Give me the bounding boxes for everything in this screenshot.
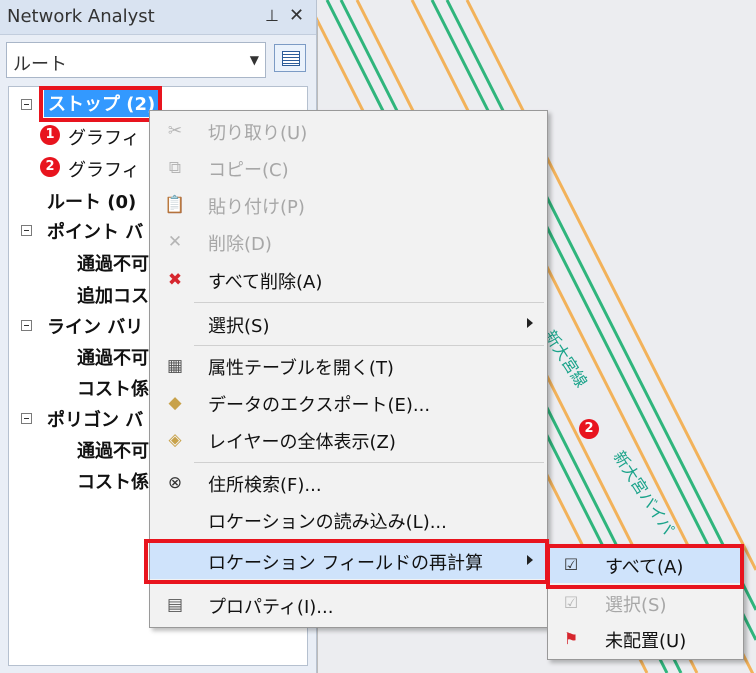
tree-item-graphic-2[interactable]: グラフィ [68, 156, 140, 182]
recalc-all-icon: ☑ [563, 555, 579, 574]
close-icon[interactable]: ✕ [289, 5, 304, 26]
stop-1-badge: 1 [40, 125, 60, 145]
copy-icon: ⧉ [168, 158, 182, 178]
dropdown-selected-value: ルート [13, 54, 67, 75]
window-titlebar: Network Analyst ⊥ ✕ [0, 0, 316, 35]
tree-item-line-barriers[interactable]: ライン バリ [47, 313, 143, 339]
zoom-to-layer-icon: ◈ [168, 430, 182, 450]
recalc-selected-icon: ☑ [563, 593, 579, 612]
collapse-icon[interactable] [21, 99, 32, 110]
tree-item-point-added-cost[interactable]: 追加コス [77, 282, 149, 308]
window-title: Network Analyst [7, 6, 155, 27]
menu-separator [194, 345, 544, 346]
analysis-layer-dropdown[interactable]: ルート ▼ [6, 42, 266, 78]
submenu-arrow-icon [527, 555, 533, 565]
table-icon: ▦ [166, 356, 184, 376]
tree-item-stops[interactable]: ストップ (2) [44, 89, 160, 117]
tree-item-point-barriers[interactable]: ポイント バ [47, 218, 143, 244]
submenu-item-all[interactable]: ☑ すべて(A) [548, 547, 743, 583]
pin-icon[interactable]: ⊥ [265, 6, 279, 25]
menu-item-load-locations[interactable]: ロケーションの読み込み(L)... [150, 502, 547, 538]
tree-item-polygon-barriers[interactable]: ポリゴン バ [47, 406, 143, 432]
menu-item-find-address[interactable]: ⊗ 住所検索(F)... [150, 465, 547, 501]
export-data-icon: ◆ [168, 393, 182, 413]
collapse-icon[interactable] [21, 413, 32, 424]
tree-item-line-restriction[interactable]: 通過不可 [77, 344, 149, 370]
menu-item-recalculate-location-fields[interactable]: ロケーション フィールドの再計算 [150, 543, 547, 579]
menu-separator [194, 302, 544, 303]
properties-icon: ▤ [166, 595, 184, 615]
scissors-icon: ✂ [167, 121, 183, 141]
stop-2-badge: 2 [40, 157, 60, 177]
binoculars-icon: ⊗ [167, 473, 183, 493]
menu-item-delete[interactable]: ✕ 削除(D) [150, 224, 547, 260]
paste-icon: 📋 [164, 195, 186, 215]
menu-item-select[interactable]: 選択(S) [150, 306, 547, 342]
tree-item-polygon-restriction[interactable]: 通過不可 [77, 437, 149, 463]
menu-item-open-attribute-table[interactable]: ▦ 属性テーブルを開く(T) [150, 348, 547, 384]
properties-button[interactable] [274, 44, 306, 72]
menu-item-paste[interactable]: 📋 貼り付け(P) [150, 187, 547, 223]
menu-item-delete-all[interactable]: ✖ すべて削除(A) [150, 262, 547, 298]
context-menu: ✂ 切り取り(U) ⧉ コピー(C) 📋 貼り付け(P) ✕ 削除(D) ✖ す… [149, 110, 548, 628]
delete-icon: ✕ [167, 232, 183, 252]
tree-item-routes[interactable]: ルート (0) [47, 188, 136, 214]
menu-separator [194, 462, 544, 463]
tree-item-line-scaled-cost[interactable]: コスト係 [77, 375, 149, 401]
tree-item-polygon-scaled-cost[interactable]: コスト係 [77, 468, 149, 494]
recalculate-submenu: ☑ すべて(A) ☑ 選択(S) ⚑ 未配置(U) [547, 544, 744, 660]
menu-item-zoom-to-layer[interactable]: ◈ レイヤーの全体表示(Z) [150, 422, 547, 458]
menu-separator [194, 583, 544, 584]
recalc-unlocated-icon: ⚑ [563, 629, 579, 648]
submenu-item-unlocated[interactable]: ⚑ 未配置(U) [548, 621, 743, 657]
submenu-item-selected[interactable]: ☑ 選択(S) [548, 585, 743, 621]
delete-all-icon: ✖ [167, 270, 183, 290]
tree-item-graphic-1[interactable]: グラフィ [68, 124, 140, 150]
menu-item-properties[interactable]: ▤ プロパティ(I)... [150, 587, 547, 623]
chevron-down-icon: ▼ [249, 53, 259, 67]
tree-item-point-restriction[interactable]: 通過不可 [77, 250, 149, 276]
collapse-icon[interactable] [21, 225, 32, 236]
collapse-icon[interactable] [21, 320, 32, 331]
map-stop-2-badge[interactable]: 2 [579, 419, 599, 439]
menu-item-copy[interactable]: ⧉ コピー(C) [150, 150, 547, 186]
menu-item-cut[interactable]: ✂ 切り取り(U) [150, 113, 547, 149]
menu-item-export-data[interactable]: ◆ データのエクスポート(E)... [150, 385, 547, 421]
submenu-arrow-icon [527, 318, 533, 328]
